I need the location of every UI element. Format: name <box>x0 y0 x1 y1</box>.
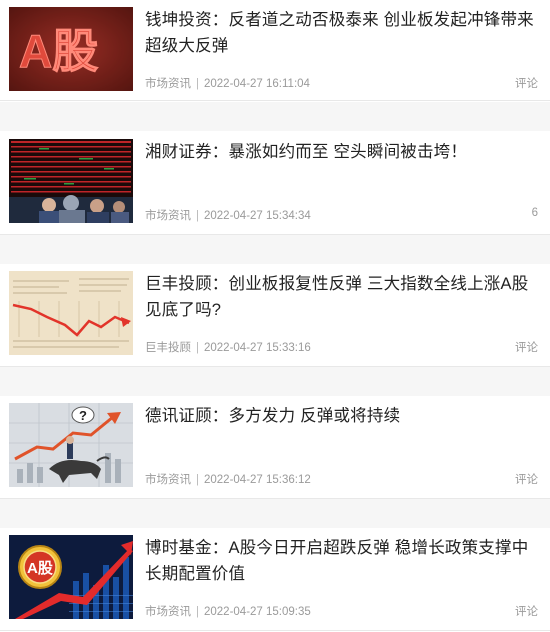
thumb-text: ? <box>79 408 87 423</box>
meta-separator: | <box>196 474 199 486</box>
meta-separator: | <box>196 342 199 354</box>
article-meta: 市场资讯 | 2022-04-27 15:09:35 <box>145 603 311 619</box>
article-time: 2022-04-27 16:11:04 <box>204 78 310 90</box>
article-source: 市场资讯 <box>145 474 191 486</box>
news-card[interactable]: ? 德讯证顾：多方发力 反弹或将持续 市场资讯 | 2022-04-27 15:36… <box>0 396 550 499</box>
article-title[interactable]: 湘财证券：暴涨如约而至 空头瞬间被击垮！ <box>145 139 540 165</box>
stock-trading-hall-image[interactable] <box>9 139 133 223</box>
article-meta: 市场资讯 | 2022-04-27 16:11:04 <box>145 75 310 91</box>
article-source: 巨丰投顾 <box>145 342 191 354</box>
card-divider <box>0 367 550 396</box>
article-title[interactable]: 博时基金：A股今日开启超跌反弹 稳增长政策支撑中长期配置价值 <box>145 535 540 587</box>
news-card[interactable]: A股 钱坤投资：反者道之动否极泰来 创业板发起冲锋带来超级大反弹 市场资讯 | 20… <box>0 0 550 101</box>
thumb-text: A股 <box>19 25 98 77</box>
comment-link[interactable]: 评论 <box>515 603 538 619</box>
card-divider <box>0 235 550 264</box>
article-meta: 巨丰投顾 | 2022-04-27 15:33:16 <box>145 339 311 355</box>
article-source: 市场资讯 <box>145 606 191 618</box>
article-meta: 市场资讯 | 2022-04-27 15:34:34 <box>145 207 311 223</box>
meta-separator: | <box>196 606 199 618</box>
article-meta: 市场资讯 | 2022-04-27 15:36:12 <box>145 471 311 487</box>
news-card[interactable]: 巨丰投顾：创业板报复性反弹 三大指数全线上涨A股见底了吗? 巨丰投顾 | 2022-… <box>0 264 550 367</box>
article-time: 2022-04-27 15:09:35 <box>204 606 311 618</box>
card-divider <box>0 102 550 131</box>
meta-separator: | <box>196 78 199 90</box>
card-divider <box>0 499 550 528</box>
a-share-red-text-image[interactable]: A股 <box>9 7 133 91</box>
article-title[interactable]: 巨丰投顾：创业板报复性反弹 三大指数全线上涨A股见底了吗? <box>145 271 540 323</box>
article-title[interactable]: 德讯证顾：多方发力 反弹或将持续 <box>145 403 540 429</box>
news-card[interactable]: 湘财证券：暴涨如约而至 空头瞬间被击垮！ 市场资讯 | 2022-04-27 15:… <box>0 132 550 235</box>
bull-market-image[interactable]: ? <box>9 403 133 487</box>
comment-link[interactable]: 评论 <box>515 75 538 91</box>
article-source: 市场资讯 <box>145 210 191 222</box>
article-time: 2022-04-27 15:34:34 <box>204 210 311 222</box>
comment-link[interactable]: 评论 <box>515 471 538 487</box>
comment-link[interactable]: 评论 <box>515 339 538 355</box>
comment-count[interactable]: 6 <box>532 207 538 219</box>
a-share-coin-chart-image[interactable]: A股 <box>9 535 133 619</box>
thumb-text: A股 <box>27 560 54 577</box>
newspaper-chart-image[interactable] <box>9 271 133 355</box>
article-source: 市场资讯 <box>145 78 191 90</box>
news-card[interactable]: A股 博时基金：A股今日开启超跌反弹 稳增长政策支撑中长期配置价值 市场资讯 | 2… <box>0 528 550 631</box>
meta-separator: | <box>196 210 199 222</box>
article-title[interactable]: 钱坤投资：反者道之动否极泰来 创业板发起冲锋带来超级大反弹 <box>145 7 540 59</box>
news-feed: A股 钱坤投资：反者道之动否极泰来 创业板发起冲锋带来超级大反弹 市场资讯 | 20… <box>0 0 550 632</box>
article-time: 2022-04-27 15:36:12 <box>204 474 311 486</box>
article-time: 2022-04-27 15:33:16 <box>204 342 311 354</box>
